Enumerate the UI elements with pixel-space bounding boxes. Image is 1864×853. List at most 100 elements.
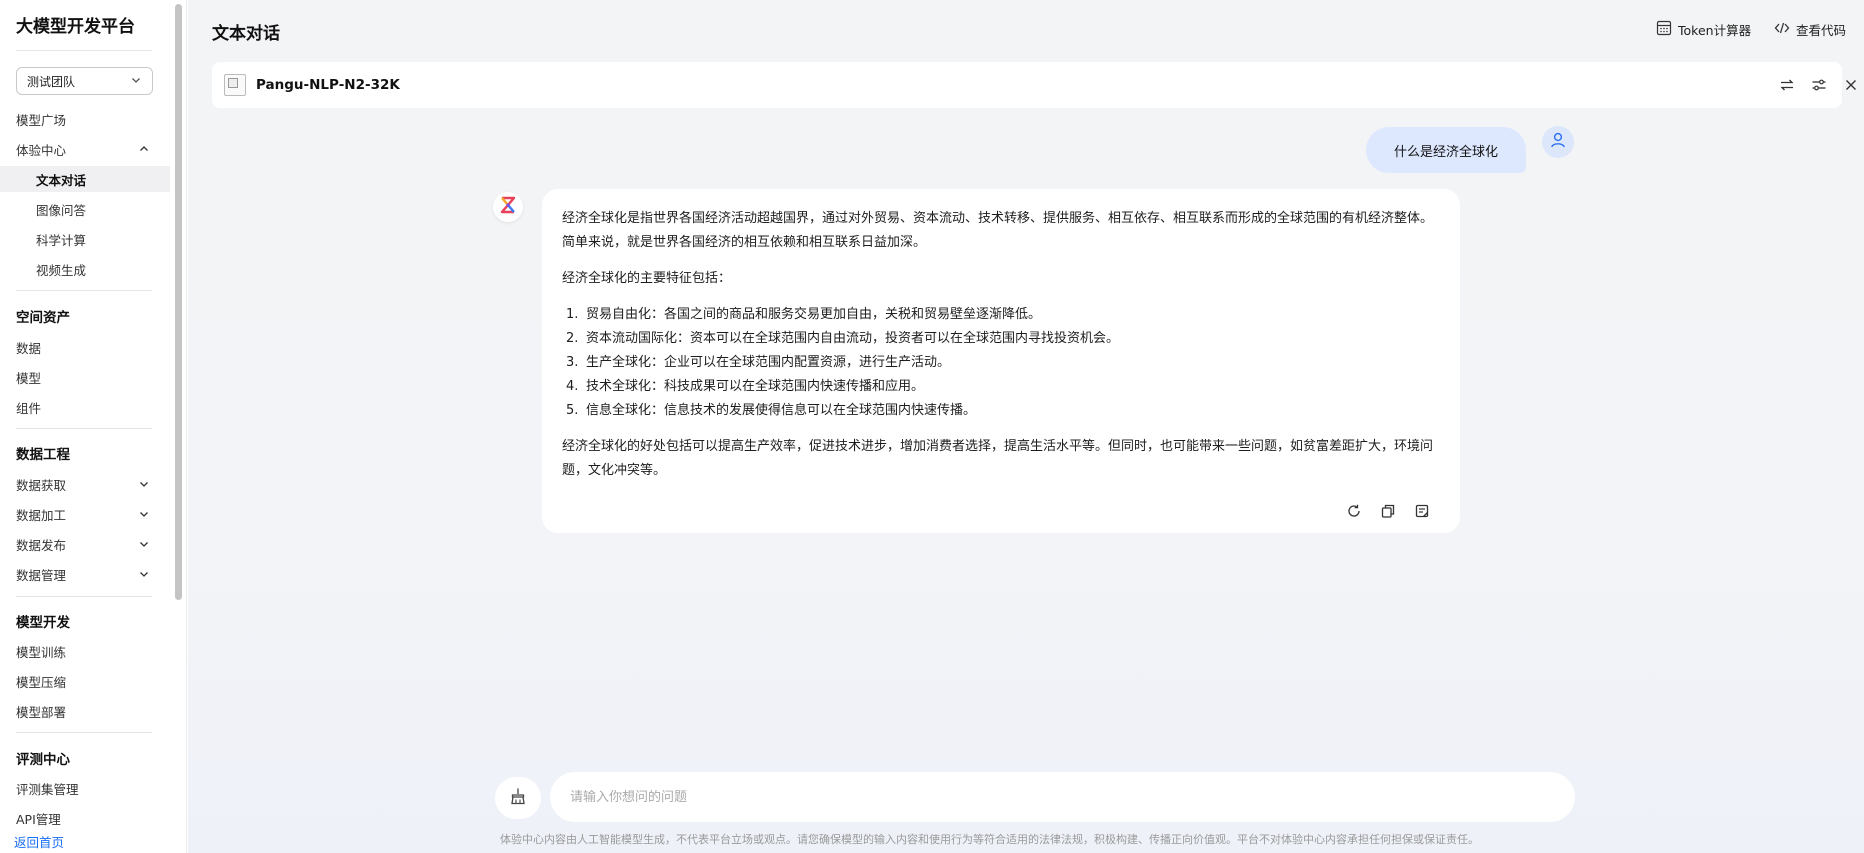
divider bbox=[16, 290, 152, 291]
back-home-link[interactable]: 返回首页 bbox=[14, 832, 64, 851]
token-calculator-label: Token计算器 bbox=[1678, 23, 1752, 38]
sidebar-item-label: 模型训练 bbox=[16, 644, 67, 660]
chevron-down-icon bbox=[138, 568, 150, 583]
group-data-engineering: 数据工程 bbox=[16, 447, 70, 463]
user-message-text: 什么是经济全球化 bbox=[1393, 144, 1498, 160]
sidebar-item-data-manage[interactable]: 数据管理 bbox=[0, 561, 170, 587]
sidebar-item-label: 数据 bbox=[16, 340, 42, 356]
sidebar-item-science-calc[interactable]: 科学计算 bbox=[0, 226, 170, 252]
sidebar-item-model-square[interactable]: 模型广场 bbox=[0, 106, 170, 132]
list-number: 5. bbox=[566, 403, 579, 418]
platform-title: 大模型开发平台 bbox=[16, 17, 135, 37]
page-title: 文本对话 bbox=[212, 24, 280, 44]
chevron-down-icon bbox=[130, 74, 142, 89]
group-space-assets: 空间资产 bbox=[16, 310, 70, 326]
user-avatar bbox=[1542, 126, 1574, 158]
sidebar-item-label: 模型部署 bbox=[16, 704, 67, 720]
list-item: 2. 资本流动国际化：资本可以在全球范围内自由流动，投资者可以在全球范围内寻找投资… bbox=[562, 327, 1440, 351]
ai-message-actions bbox=[1346, 503, 1430, 519]
list-item: 3. 生产全球化：企业可以在全球范围内配置资源，进行生产活动。 bbox=[562, 351, 1440, 375]
list-item: 1. 贸易自由化：各国之间的商品和服务交易更加自由，关税和贸易壁垒逐渐降低。 bbox=[562, 303, 1440, 327]
clear-chat-button[interactable] bbox=[495, 777, 541, 819]
ai-features-list: 1. 贸易自由化：各国之间的商品和服务交易更加自由，关税和贸易壁垒逐渐降低。 2.… bbox=[562, 303, 1440, 423]
sidebar-item-label: 组件 bbox=[16, 400, 42, 416]
team-select[interactable]: 测试团队 bbox=[16, 67, 153, 95]
sidebar-item-image-qa[interactable]: 图像问答 bbox=[0, 196, 170, 222]
sidebar-item-label: 体验中心 bbox=[16, 142, 67, 158]
broom-icon bbox=[509, 787, 527, 809]
sidebar-item-video-gen[interactable]: 视频生成 bbox=[0, 256, 170, 282]
sidebar-item-text-chat[interactable]: 文本对话 bbox=[0, 166, 170, 192]
chevron-up-icon bbox=[138, 143, 150, 158]
main-area: 文本对话 Token计算器 查看代码 Pangu-NLP-N2-32K 什么是经… bbox=[188, 0, 1864, 853]
list-text: 生产全球化：企业可以在全球范围内配置资源，进行生产活动。 bbox=[586, 355, 951, 370]
list-text: 资本流动国际化：资本可以在全球范围内自由流动，投资者可以在全球范围内寻找投资机会… bbox=[586, 331, 1120, 346]
list-text: 贸易自由化：各国之间的商品和服务交易更加自由，关税和贸易壁垒逐渐降低。 bbox=[586, 307, 1042, 322]
list-number: 1. bbox=[566, 307, 579, 322]
sidebar-item-data-publish[interactable]: 数据发布 bbox=[0, 531, 170, 557]
sidebar-item-label: 模型 bbox=[16, 370, 42, 386]
list-item: 5. 信息全球化：信息技术的发展使得信息可以在全球范围内快速传播。 bbox=[562, 399, 1440, 423]
chevron-down-icon bbox=[138, 478, 150, 493]
list-number: 3. bbox=[566, 355, 579, 370]
sidebar-item-label: 模型广场 bbox=[16, 112, 67, 128]
ai-message-bubble: 经济全球化是指世界各国经济活动超越国界，通过对外贸易、资本流动、技术转移、提供服… bbox=[542, 189, 1460, 533]
list-number: 4. bbox=[566, 379, 579, 394]
sidebar-item-label: 文本对话 bbox=[36, 172, 87, 188]
ai-intro-paragraph: 经济全球化是指世界各国经济活动超越国界，通过对外贸易、资本流动、技术转移、提供服… bbox=[562, 211, 1434, 250]
ai-features-title: 经济全球化的主要特征包括： bbox=[562, 271, 732, 286]
list-item: 4. 技术全球化：科技成果可以在全球范围内快速传播和应用。 bbox=[562, 375, 1440, 399]
sidebar-item-label: 科学计算 bbox=[36, 232, 87, 248]
group-eval-center: 评测中心 bbox=[16, 752, 70, 768]
ai-logo-icon bbox=[498, 195, 518, 219]
sidebar-item-api-manage[interactable]: API管理 bbox=[0, 805, 170, 831]
model-name[interactable]: Pangu-NLP-N2-32K bbox=[256, 77, 400, 93]
close-icon[interactable] bbox=[1843, 77, 1859, 97]
ai-conclusion-paragraph: 经济全球化的好处包括可以提高生产效率，促进技术进步，增加消费者选择，提高生活水平… bbox=[562, 439, 1434, 478]
list-text: 技术全球化：科技成果可以在全球范围内快速传播和应用。 bbox=[586, 379, 925, 394]
sidebar-item-model-compress[interactable]: 模型压缩 bbox=[0, 668, 170, 694]
user-message-bubble: 什么是经济全球化 bbox=[1366, 127, 1526, 173]
sidebar-item-data[interactable]: 数据 bbox=[0, 334, 170, 360]
footer-disclaimer: 体验中心内容由人工智能模型生成，不代表平台立场或观点。请您确保模型的输入内容和使… bbox=[500, 833, 1479, 846]
sidebar-item-component[interactable]: 组件 bbox=[0, 394, 170, 420]
sliders-icon[interactable] bbox=[1811, 77, 1827, 97]
sidebar-item-label: 视频生成 bbox=[36, 262, 87, 278]
view-code-label: 查看代码 bbox=[1796, 23, 1847, 38]
sidebar-item-label: 图像问答 bbox=[36, 202, 87, 218]
sidebar-item-label: 评测集管理 bbox=[16, 781, 79, 797]
sidebar-item-label: 数据发布 bbox=[16, 537, 67, 553]
refresh-icon[interactable] bbox=[1346, 503, 1362, 519]
view-code-button[interactable]: 查看代码 bbox=[1774, 20, 1846, 39]
sidebar-item-eval-set-manage[interactable]: 评测集管理 bbox=[0, 775, 170, 801]
sidebar-item-data-acquire[interactable]: 数据获取 bbox=[0, 471, 170, 497]
copy-icon[interactable] bbox=[1380, 503, 1396, 519]
sidebar-item-model-deploy[interactable]: 模型部署 bbox=[0, 698, 170, 724]
token-calculator-button[interactable]: Token计算器 bbox=[1656, 20, 1751, 39]
ai-avatar bbox=[493, 192, 523, 222]
chat-input-container bbox=[550, 772, 1575, 822]
chat-input[interactable] bbox=[570, 789, 1575, 805]
sidebar-scrollbar[interactable] bbox=[175, 4, 182, 600]
team-select-value: 测试团队 bbox=[27, 74, 76, 89]
sidebar-item-data-process[interactable]: 数据加工 bbox=[0, 501, 170, 527]
divider bbox=[16, 50, 152, 51]
sidebar-item-experience-center[interactable]: 体验中心 bbox=[0, 136, 170, 162]
list-text: 信息全球化：信息技术的发展使得信息可以在全球范围内快速传播。 bbox=[586, 403, 977, 418]
sidebar-item-label: 数据管理 bbox=[16, 567, 67, 583]
group-model-dev: 模型开发 bbox=[16, 615, 70, 631]
sidebar-item-label: 模型压缩 bbox=[16, 674, 67, 690]
swap-icon[interactable] bbox=[1779, 77, 1795, 97]
model-logo-icon bbox=[224, 74, 246, 96]
sidebar: 大模型开发平台 测试团队 模型广场 体验中心 文本对话 图像问答 科学计算 视频… bbox=[0, 0, 187, 853]
sidebar-item-label: API管理 bbox=[16, 811, 61, 827]
sidebar-item-model[interactable]: 模型 bbox=[0, 364, 170, 390]
list-number: 2. bbox=[566, 331, 579, 346]
note-icon[interactable] bbox=[1414, 503, 1430, 519]
calculator-icon bbox=[1656, 20, 1672, 39]
model-bar: Pangu-NLP-N2-32K bbox=[212, 62, 1856, 108]
sidebar-item-model-train[interactable]: 模型训练 bbox=[0, 638, 170, 664]
divider bbox=[16, 732, 152, 733]
chevron-down-icon bbox=[138, 538, 150, 553]
chevron-down-icon bbox=[138, 508, 150, 523]
